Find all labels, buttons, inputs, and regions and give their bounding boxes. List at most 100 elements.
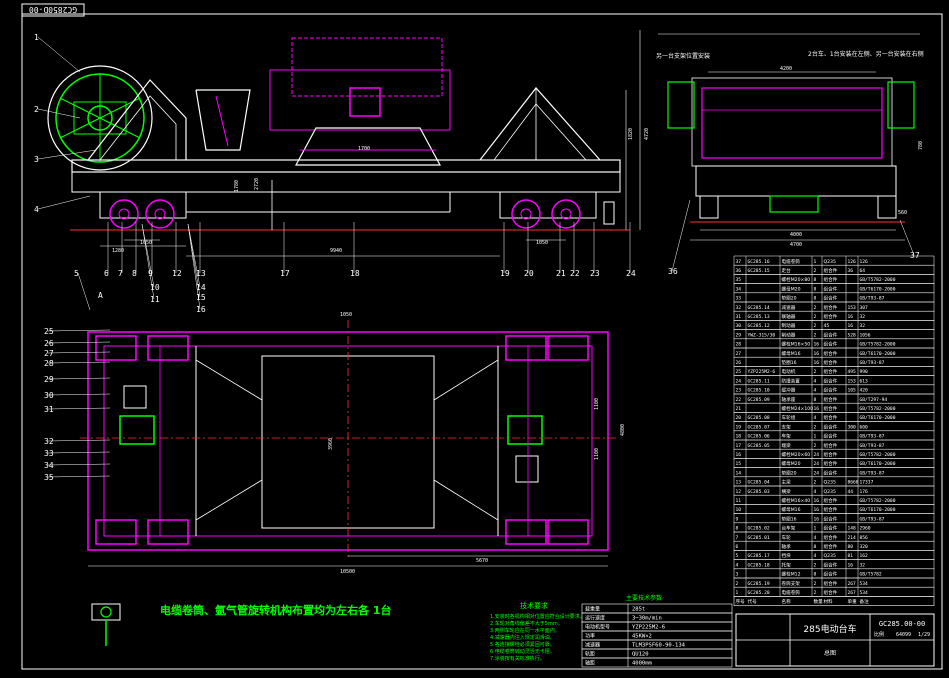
drawing-number: GC2850D-00 bbox=[29, 5, 77, 14]
spec-value: 285t bbox=[632, 607, 645, 613]
bom-cell: 856 bbox=[860, 535, 869, 541]
bom-cell: 24 bbox=[814, 461, 820, 467]
bom-cell: 螺栓M12 bbox=[782, 571, 801, 578]
callout-number: 15 bbox=[196, 293, 206, 302]
callout-leader bbox=[37, 195, 91, 210]
dim-10500: 10500 bbox=[340, 569, 355, 575]
cad-drawing-canvas: GC2850D-00 1280 1050 9940 1050 1700 4720… bbox=[0, 0, 949, 678]
plan-wheel-block-bl2 bbox=[147, 519, 189, 545]
callout-number: 27 bbox=[44, 349, 54, 358]
plan-wheel-block-br bbox=[547, 519, 589, 545]
dim-4200: 4200 bbox=[780, 66, 792, 72]
bom-cell: 组合件 bbox=[824, 497, 838, 504]
bom-cell: 420 bbox=[860, 388, 869, 394]
bom-cell: 267 bbox=[848, 590, 857, 596]
bom-cell: 垫圈20 bbox=[782, 469, 797, 476]
main-title: 电缆卷筒、氩气管旋转机构布置均为左右各 1台 bbox=[160, 603, 391, 617]
callout-number: 34 bbox=[44, 461, 54, 470]
title-block-total: 总图 bbox=[824, 649, 836, 657]
drawing-border bbox=[21, 13, 943, 670]
bom-cell: 126 bbox=[848, 259, 857, 265]
bom-cell: 4 bbox=[814, 553, 817, 559]
bom-cell: Q235 bbox=[824, 480, 836, 486]
bom-cell: GB/T6170-2000 bbox=[860, 351, 896, 357]
callout-leader bbox=[47, 451, 111, 454]
callout-number: 19 bbox=[500, 269, 510, 278]
tech-line: 2.车轮对角线偏差不大于5mm。 bbox=[490, 620, 563, 627]
bom-cell: 162 bbox=[860, 553, 869, 559]
dim-4800: 4800 bbox=[620, 424, 626, 436]
bom-cell: GB/T93-87 bbox=[860, 296, 885, 302]
bom-cell: 24 bbox=[814, 452, 820, 458]
spec-key: 功率 bbox=[585, 633, 595, 640]
detail-a-circle bbox=[100, 606, 112, 618]
bom-cell: 支架 bbox=[782, 423, 792, 430]
callout-number: 21 bbox=[556, 269, 566, 278]
buffer-right bbox=[603, 201, 615, 225]
callout-leader bbox=[47, 407, 111, 410]
bom-cell: 32 bbox=[860, 323, 866, 329]
side-outer-frame bbox=[691, 77, 893, 167]
bom-cell: 148 bbox=[848, 526, 857, 532]
callout-leader bbox=[47, 341, 111, 344]
bom-cell: 19 bbox=[736, 424, 742, 430]
hopper-line bbox=[215, 95, 229, 147]
bom-cell: 组合件 bbox=[824, 387, 838, 394]
callout-leader bbox=[47, 393, 111, 396]
bom-cell: 2 bbox=[814, 443, 817, 449]
dim-4700: 4700 bbox=[790, 242, 802, 248]
spec-key: 轴距 bbox=[585, 660, 595, 667]
bom-cell: 2 bbox=[814, 323, 817, 329]
bom-cell: GC285.19 bbox=[748, 581, 770, 587]
bom-cell: 36 bbox=[848, 268, 854, 274]
bom-cell: 组合件 bbox=[824, 304, 838, 311]
left-wheel-2 bbox=[145, 199, 175, 229]
bom-cell: 176 bbox=[860, 489, 869, 495]
bom-cell: 37 bbox=[736, 259, 742, 265]
side-left-motor bbox=[667, 81, 695, 129]
spec-table: 主要技术参数 载重量 285t 运行速度 3~30m/min 电动机型号 YZP225M2… bbox=[581, 594, 733, 668]
bom-cell: GC285.17 bbox=[748, 553, 770, 559]
left-bogie bbox=[99, 191, 187, 229]
bom-cell: 2 bbox=[814, 268, 817, 274]
hopper-funnel bbox=[195, 89, 251, 151]
spec-row bbox=[581, 657, 733, 668]
bom-cell: 16 bbox=[814, 498, 820, 504]
spec-value: TLM3PSF60-90-134 bbox=[632, 643, 686, 649]
bom-cell: GB/T93-87 bbox=[860, 360, 885, 366]
bom-cell: 螺母M20 bbox=[782, 460, 801, 467]
bom-cell: 16 bbox=[814, 516, 820, 522]
bom-cell: 组合件 bbox=[824, 423, 838, 430]
tech-title: 技术要求 bbox=[520, 601, 548, 610]
bom-cell: 防撞装置 bbox=[782, 377, 801, 384]
bom-cell: 22 bbox=[736, 397, 742, 403]
callout-number: 36 bbox=[668, 267, 678, 276]
spec-title: 主要技术参数 bbox=[626, 594, 662, 602]
bom-cell: 组合件 bbox=[824, 350, 838, 357]
bom-cell: GB/T6170-2000 bbox=[860, 507, 896, 513]
bom-cell: 组合件 bbox=[824, 377, 838, 384]
callout-leader bbox=[47, 463, 111, 466]
bom-cell: GB/T5782-2000 bbox=[860, 342, 896, 348]
bom-cell: GB/T6170-2000 bbox=[860, 461, 896, 467]
title-block-code: GC285.00-00 bbox=[879, 620, 925, 628]
bom-cell: 613 bbox=[860, 378, 869, 384]
callout-number: 16 bbox=[196, 305, 206, 314]
spec-value: YZP225M2-6 bbox=[632, 625, 665, 631]
bom-cell: 26 bbox=[736, 360, 742, 366]
callout-number: 32 bbox=[44, 437, 54, 446]
bom-cell: 组合件 bbox=[824, 276, 838, 283]
bom-cell: 105 bbox=[848, 388, 857, 394]
spec-value: 45KW×2 bbox=[632, 634, 652, 640]
bom-cell: GB/T6170-2000 bbox=[860, 415, 896, 421]
title-block: 285电动台车 GC285.00-00 比例 64099 1/29 总图 bbox=[735, 613, 935, 667]
right-wheel-1 bbox=[511, 199, 541, 229]
bom-cell: 减速器 bbox=[782, 304, 796, 311]
bom-cell: 8 bbox=[814, 296, 817, 302]
bom-cell: 组合件 bbox=[824, 267, 838, 274]
bom-cell: 托架 bbox=[782, 561, 792, 568]
bom-cell: 8668 bbox=[848, 480, 859, 486]
callout-number: 1 bbox=[34, 33, 39, 42]
bom-table: 37 GC285.16 电缆卷筒 1 Q235 126 12636 GC285.15 走台 2 组合… bbox=[733, 255, 935, 606]
bom-cell: 16 bbox=[814, 406, 820, 412]
